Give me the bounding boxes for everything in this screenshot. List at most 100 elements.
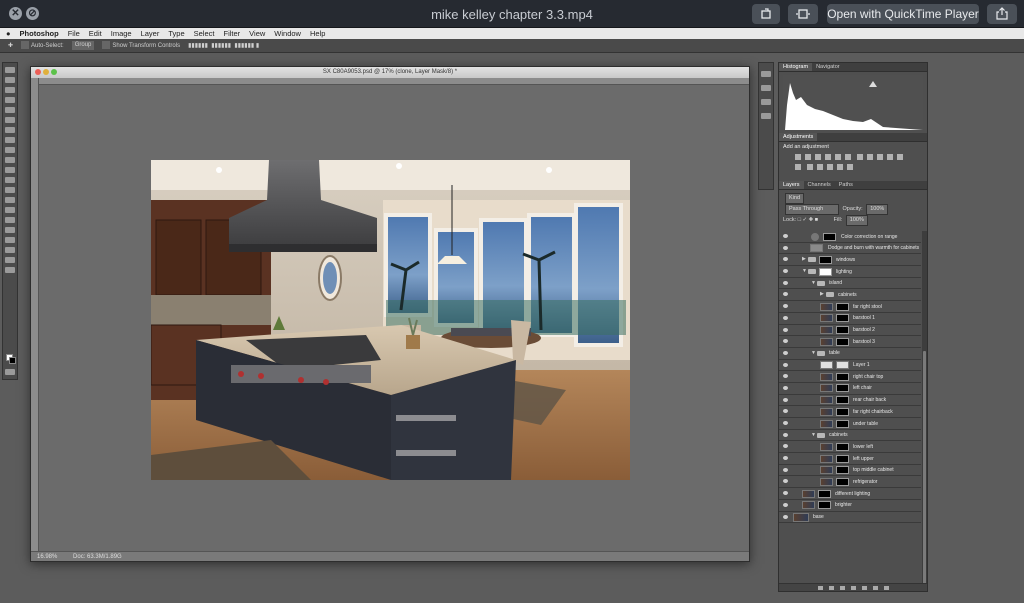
layer-mask-thumbnail[interactable] <box>836 454 849 463</box>
layer-row[interactable]: barstool 1 <box>779 313 921 325</box>
posterize-icon[interactable] <box>817 164 823 170</box>
layer-row[interactable]: brighter <box>779 500 921 512</box>
caret-right-icon[interactable]: ▶ <box>802 256 806 262</box>
visibility-eye-icon[interactable] <box>783 362 788 367</box>
visibility-eye-icon[interactable] <box>783 456 788 461</box>
align-icons[interactable]: ▮▮▮▮▮▮ ▮▮▮▮▮▮ ▮▮▮▮▮▮ ▮ <box>188 39 259 53</box>
layer-row[interactable]: refrigerator <box>779 476 921 489</box>
layer-mask-thumbnail[interactable] <box>836 466 849 475</box>
color-balance-icon[interactable] <box>867 154 873 160</box>
layer-row[interactable]: ▶ cabinets <box>779 289 921 302</box>
levels-icon[interactable] <box>805 154 811 160</box>
properties-panel-icon[interactable] <box>761 113 771 119</box>
layer-thumbnail[interactable] <box>802 501 815 510</box>
tab-layers[interactable]: Layers <box>779 181 804 189</box>
menu-file[interactable]: File <box>68 28 80 39</box>
dodge-tool-icon[interactable] <box>5 197 15 203</box>
visibility-eye-icon[interactable] <box>783 374 788 379</box>
layer-row[interactable]: barstool 3 <box>779 336 921 348</box>
tab-paths[interactable]: Paths <box>835 181 857 189</box>
share-button[interactable] <box>987 4 1017 24</box>
layer-mask-thumbnail[interactable] <box>823 232 836 241</box>
visibility-eye-icon[interactable] <box>783 234 788 238</box>
visibility-eye-icon[interactable] <box>783 304 788 309</box>
layer-mask-thumbnail[interactable] <box>836 302 849 311</box>
move-tool-icon[interactable] <box>5 67 15 73</box>
layer-row[interactable]: barstool 2 <box>779 325 921 337</box>
visibility-eye-icon[interactable] <box>783 327 788 332</box>
doc-zoom-icon[interactable] <box>51 69 57 75</box>
layer-thumbnail[interactable] <box>793 513 809 522</box>
layer-row[interactable]: lower left <box>779 441 921 454</box>
layer-row[interactable]: far right chairback <box>779 406 921 418</box>
tab-adjustments[interactable]: Adjustments <box>779 133 818 141</box>
layer-mask-thumbnail[interactable] <box>836 326 849 334</box>
layer-row[interactable]: Dodge and burn with warmth for cabinets <box>779 243 921 255</box>
add-mask-icon[interactable] <box>839 585 845 590</box>
layer-row[interactable]: Color correction on range <box>779 231 921 243</box>
healing-tool-icon[interactable] <box>5 127 15 133</box>
visibility-eye-icon[interactable] <box>783 280 788 285</box>
link-layers-icon[interactable] <box>817 585 823 590</box>
visibility-eye-icon[interactable] <box>783 245 788 250</box>
caret-down-icon[interactable]: ▼ <box>811 350 816 356</box>
layer-mask-thumbnail[interactable] <box>836 337 849 346</box>
channel-mixer-icon[interactable] <box>897 154 903 160</box>
layers-scrollbar[interactable] <box>922 231 927 591</box>
tab-navigator[interactable]: Navigator <box>812 63 844 71</box>
brush-tool-icon[interactable] <box>5 137 15 143</box>
visibility-eye-icon[interactable] <box>783 269 788 274</box>
layer-row[interactable]: under table <box>779 418 921 430</box>
layer-mask-thumbnail[interactable] <box>836 477 849 486</box>
layer-row[interactable]: ▼ lighting <box>779 266 921 278</box>
visibility-eye-icon[interactable] <box>783 432 788 437</box>
hand-tool-icon[interactable] <box>5 247 15 253</box>
eyedropper-tool-icon[interactable] <box>5 117 15 123</box>
visibility-eye-icon[interactable] <box>783 467 788 472</box>
lock-icons[interactable]: □ ✓ ✚ ■ <box>798 217 818 223</box>
new-group-icon[interactable] <box>861 585 867 590</box>
layer-row[interactable]: left chair <box>779 383 921 395</box>
tab-histogram[interactable]: Histogram <box>779 63 813 71</box>
layer-row[interactable]: different lighting <box>779 488 921 500</box>
layer-thumbnail[interactable] <box>820 337 833 346</box>
layer-row[interactable]: top middle cabinet <box>779 465 921 477</box>
pen-tool-icon[interactable] <box>5 207 15 213</box>
layer-row[interactable]: Layer 1 <box>779 360 921 372</box>
layers-scroll-thumb[interactable] <box>923 351 926 591</box>
layer-row[interactable]: ▼ cabinets <box>779 430 921 442</box>
layer-thumbnail[interactable] <box>820 326 833 334</box>
visibility-eye-icon[interactable] <box>783 491 788 496</box>
visibility-eye-icon[interactable] <box>783 292 788 297</box>
marquee-tool-icon[interactable] <box>5 77 15 83</box>
visibility-eye-icon[interactable] <box>783 421 788 425</box>
quick-select-tool-icon[interactable] <box>5 97 15 103</box>
transform-controls-checkbox[interactable]: Show Transform Controls <box>102 39 180 53</box>
stamp-tool-icon[interactable] <box>5 147 15 153</box>
black-white-icon[interactable] <box>877 154 883 160</box>
visibility-eye-icon[interactable] <box>783 409 788 414</box>
layer-mask-thumbnail[interactable] <box>818 501 831 510</box>
layer-row[interactable]: right chair top <box>779 371 921 383</box>
apple-icon[interactable]: ● <box>6 28 11 39</box>
group-select[interactable]: Group <box>71 41 95 50</box>
blend-mode-select[interactable]: Pass Through <box>785 204 839 215</box>
doc-minimize-icon[interactable] <box>43 69 49 75</box>
layer-row[interactable]: ▶ windows <box>779 254 921 267</box>
visibility-eye-icon[interactable] <box>783 502 788 507</box>
layer-thumbnail[interactable] <box>810 244 823 253</box>
brightness-icon[interactable] <box>795 154 801 160</box>
photo-filter-icon[interactable] <box>887 154 893 160</box>
auto-select-checkbox[interactable]: Auto-Select: <box>21 39 64 53</box>
visibility-eye-icon[interactable] <box>783 339 788 344</box>
layer-thumbnail[interactable] <box>820 466 833 475</box>
actions-panel-icon[interactable] <box>761 85 771 91</box>
kitchen-photo[interactable] <box>151 160 630 480</box>
eraser-tool-icon[interactable] <box>5 167 15 173</box>
vibrance-icon[interactable] <box>835 154 841 160</box>
rotate-button[interactable] <box>752 4 780 24</box>
path-select-tool-icon[interactable] <box>5 227 15 233</box>
layer-thumbnail[interactable] <box>802 489 815 498</box>
threshold-icon[interactable] <box>827 164 833 170</box>
history-panel-icon[interactable] <box>761 71 771 77</box>
